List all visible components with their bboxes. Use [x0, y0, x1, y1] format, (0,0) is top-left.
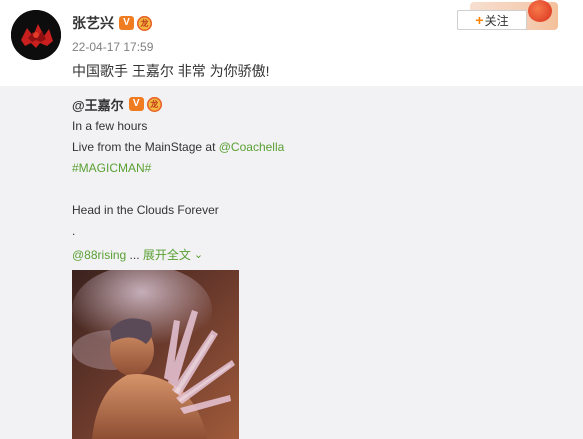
repost-line: Head in the Clouds Forever	[72, 203, 219, 217]
follow-button[interactable]: + 关注	[457, 10, 527, 30]
repost-author-name[interactable]: @王嘉尔	[72, 95, 124, 114]
verified-icon[interactable]: V	[119, 16, 134, 30]
post-text: 中国歌手 王嘉尔 非常 为你骄傲!	[72, 63, 270, 79]
repost-line: .	[72, 224, 76, 238]
post-image-artwork	[72, 270, 239, 439]
follow-label: 关注	[484, 13, 509, 28]
repost-line: Live from the MainStage at @Coachella	[72, 140, 284, 154]
post-image[interactable]	[72, 270, 239, 439]
repost-line: In a few hours	[72, 119, 148, 133]
verified-icon[interactable]: V	[128, 97, 144, 111]
magicman-hashtag-link[interactable]: #MAGICMAN#	[72, 161, 151, 175]
repost-line: @88rising ... 展开全文 ⌄	[72, 246, 203, 263]
coachella-mention-link[interactable]: @Coachella	[219, 140, 285, 154]
author-row: 张艺兴 V 龙	[72, 13, 152, 33]
weibo-post: + 关注 张艺兴 V 龙 22-04-17 17:59 中国歌手 王嘉尔 非常 …	[0, 0, 583, 439]
avatar-logo-icon	[11, 10, 61, 60]
repost-author-row: @王嘉尔 V 龙	[72, 95, 162, 113]
chevron-down-icon: ⌄	[193, 249, 204, 261]
member-level-icon[interactable]: 龙	[137, 15, 152, 31]
repost-block: @王嘉尔 V 龙 In a few hours Live from the Ma…	[0, 86, 583, 439]
ellipsis-text: ...	[126, 248, 143, 262]
post-timestamp[interactable]: 22-04-17 17:59	[72, 40, 153, 54]
88rising-mention-link[interactable]: @88rising	[72, 248, 126, 262]
repost-line-text: Live from the MainStage at	[72, 140, 219, 154]
plus-icon: +	[475, 12, 484, 28]
author-name[interactable]: 张艺兴	[72, 13, 114, 33]
expand-label: 展开全文	[142, 248, 191, 262]
expand-full-text-link[interactable]: 展开全文 ⌄	[143, 248, 203, 262]
member-level-icon[interactable]: 龙	[146, 96, 162, 112]
lantern-icon	[528, 0, 552, 22]
avatar[interactable]	[11, 10, 61, 60]
